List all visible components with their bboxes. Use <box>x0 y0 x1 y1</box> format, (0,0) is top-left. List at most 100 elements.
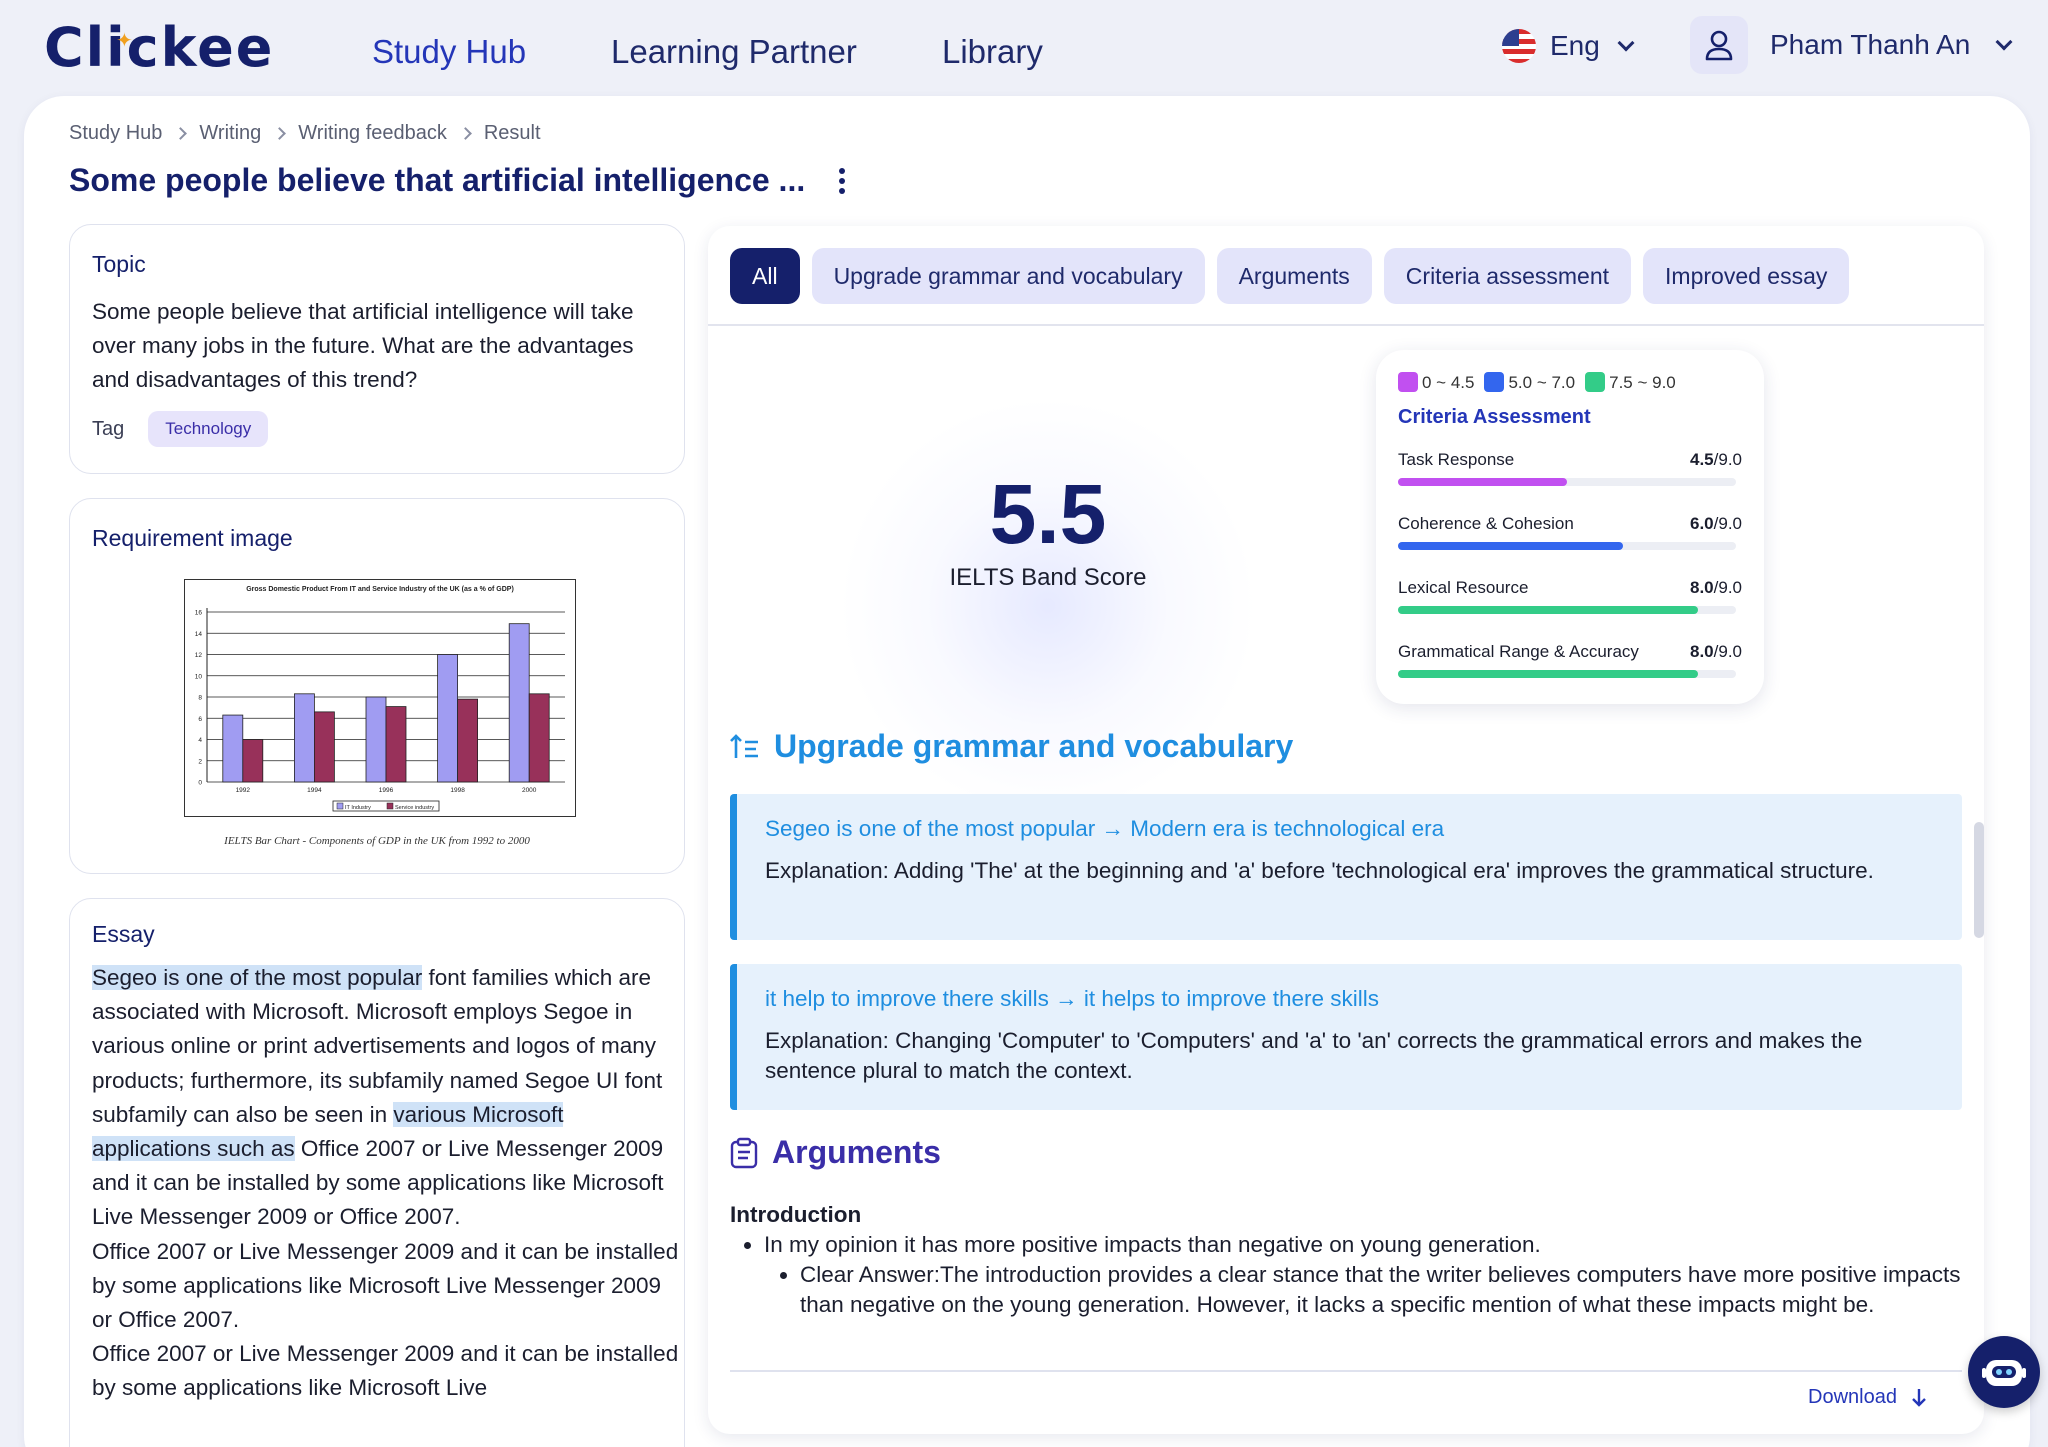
chevron-down-icon <box>1995 33 2013 51</box>
criteria-name: Grammatical Range & Accuracy <box>1398 642 1639 661</box>
grammar-fix-item[interactable]: Segeo is one of the most popular → Moder… <box>730 794 1962 940</box>
chart-bar <box>508 623 530 783</box>
tab-arguments[interactable]: Arguments <box>1216 248 1372 304</box>
download-button[interactable]: Download <box>1808 1386 1927 1409</box>
x-tick-label: 1994 <box>307 787 322 794</box>
chatbot-button[interactable] <box>1968 1336 2040 1408</box>
sort-list-icon <box>730 733 758 758</box>
topic-heading: Topic <box>92 251 146 277</box>
y-tick-label: 12 <box>195 652 203 659</box>
essay-text: Segeo is one of the most popular font fa… <box>92 961 682 1406</box>
user-name: Pham Thanh An <box>1770 29 1971 60</box>
arguments-intro-heading: Introduction <box>730 1202 862 1227</box>
chart-title: Gross Domestic Product From IT and Servi… <box>246 586 514 593</box>
grammar-section-heading: Upgrade grammar and vocabulary <box>730 728 1293 765</box>
legend-swatch <box>1585 372 1606 392</box>
criteria-row-coherence: Coherence & Cohesion 6.0/9.0 <box>1398 514 1742 554</box>
breadcrumb-result: Result <box>483 121 541 144</box>
chevron-down-icon <box>1617 34 1635 52</box>
legend-item: 7.5 ~ 9.0 <box>1585 372 1676 393</box>
criteria-row-task-response: Task Response 4.5/9.0 <box>1398 450 1742 490</box>
sparkle-icon: ✦ <box>116 28 133 52</box>
arguments-content: Introduction In my opinion it has more p… <box>730 1200 1962 1320</box>
requirement-image-card: Requirement image Gross Domestic Product… <box>69 498 685 874</box>
criteria-bar <box>1398 542 1624 550</box>
user-avatar-icon <box>1690 16 1748 74</box>
legend-item: 5.0 ~ 7.0 <box>1484 372 1575 393</box>
legend-swatch <box>1484 372 1505 392</box>
scrollbar[interactable] <box>1974 822 1984 938</box>
clipboard-icon <box>730 1137 758 1168</box>
criteria-bar <box>1398 606 1699 614</box>
breadcrumb-writing-feedback[interactable]: Writing feedback <box>298 122 447 145</box>
legend-label: IT Industry <box>345 805 371 811</box>
grammar-explanation: Explanation: Adding 'The' at the beginni… <box>765 858 1874 883</box>
grammar-fix-item[interactable]: it help to improve there skills → it hel… <box>730 964 1962 1110</box>
y-tick-label: 6 <box>198 716 202 723</box>
user-menu[interactable]: Pham Thanh An <box>1690 16 2013 74</box>
criteria-score: 8.0/9.0 <box>1690 642 1742 661</box>
chevron-right-icon <box>174 126 188 140</box>
y-tick-label: 0 <box>198 780 202 787</box>
chevron-right-icon <box>273 126 287 140</box>
language-label: Eng <box>1550 30 1600 61</box>
grammar-explanation: Explanation: Changing 'Computer' to 'Com… <box>765 1028 1863 1083</box>
clickee-logo[interactable]: Clickee ✦ <box>44 18 274 78</box>
y-tick-label: 14 <box>195 631 203 638</box>
tab-upgrade-grammar[interactable]: Upgrade grammar and vocabulary <box>811 248 1205 304</box>
chart-bar <box>437 654 459 783</box>
more-options-icon[interactable] <box>830 164 854 198</box>
essay-card: Essay Segeo is one of the most popular f… <box>69 898 685 1447</box>
requirement-heading: Requirement image <box>92 525 293 551</box>
y-tick-label: 16 <box>195 610 203 617</box>
tab-divider <box>708 324 1984 326</box>
criteria-name: Lexical Resource <box>1398 578 1529 597</box>
nav-learning-partner[interactable]: Learning Partner <box>611 30 857 74</box>
chart-bar <box>528 693 550 783</box>
essay-highlight-1[interactable]: Segeo is one of the most popular <box>92 965 423 990</box>
legend-swatch <box>386 802 394 810</box>
tag-technology[interactable]: Technology <box>148 411 269 447</box>
x-tick-label: 2000 <box>522 787 537 794</box>
requirement-chart-image[interactable]: Gross Domestic Product From IT and Servi… <box>184 579 576 817</box>
page-title: Some people believe that artificial inte… <box>69 162 806 198</box>
y-tick-label: 8 <box>198 695 202 702</box>
tab-criteria-assessment[interactable]: Criteria assessment <box>1383 248 1632 304</box>
argument-subpoint: Clear Answer:The introduction provides a… <box>800 1260 1962 1320</box>
chart-bar <box>385 706 407 783</box>
y-tick-label: 4 <box>198 737 202 744</box>
legend-swatch <box>1398 372 1418 392</box>
band-score-label: IELTS Band Score <box>949 564 1147 591</box>
breadcrumb-writing[interactable]: Writing <box>199 122 261 145</box>
breadcrumb-study-hub[interactable]: Study Hub <box>69 122 162 145</box>
legend-item: 0 ~ 4.5 <box>1398 372 1474 393</box>
criteria-name: Task Response <box>1398 450 1515 469</box>
y-tick-label: 10 <box>195 673 203 680</box>
criteria-bar <box>1398 478 1567 486</box>
criteria-row-grammatical: Grammatical Range & Accuracy 8.0/9.0 <box>1398 642 1742 682</box>
legend-swatch <box>336 802 344 810</box>
topic-text: Some people believe that artificial inte… <box>92 299 634 392</box>
tab-all[interactable]: All <box>730 248 800 304</box>
essay-heading: Essay <box>92 921 155 947</box>
criteria-score: 4.5/9.0 <box>1690 450 1742 469</box>
nav-library[interactable]: Library <box>942 30 1043 74</box>
language-selector[interactable]: Eng <box>1502 24 1635 68</box>
criteria-name: Coherence & Cohesion <box>1398 514 1574 533</box>
x-tick-label: 1998 <box>450 787 465 794</box>
nav-study-hub[interactable]: Study Hub <box>372 30 526 74</box>
feedback-panel: All Upgrade grammar and vocabulary Argum… <box>708 226 1984 1434</box>
criteria-title: Criteria Assessment <box>1398 406 1591 428</box>
chart-bar <box>457 698 479 783</box>
feedback-tabs: All Upgrade grammar and vocabulary Argum… <box>730 248 1850 304</box>
download-arrow-icon <box>1912 1388 1926 1407</box>
chart-bar <box>365 696 387 783</box>
band-score: 5.5 <box>989 467 1107 561</box>
chevron-right-icon <box>458 126 472 140</box>
tab-improved-essay[interactable]: Improved essay <box>1643 248 1850 304</box>
criteria-score: 8.0/9.0 <box>1690 578 1742 597</box>
topic-card: Topic Some people believe that artificia… <box>69 224 685 474</box>
criteria-row-lexical: Lexical Resource 8.0/9.0 <box>1398 578 1742 618</box>
chart-bar <box>294 693 315 783</box>
criteria-assessment-card: 0 ~ 4.5 5.0 ~ 7.0 7.5 ~ 9.0 Criteria Ass… <box>1376 350 1764 704</box>
